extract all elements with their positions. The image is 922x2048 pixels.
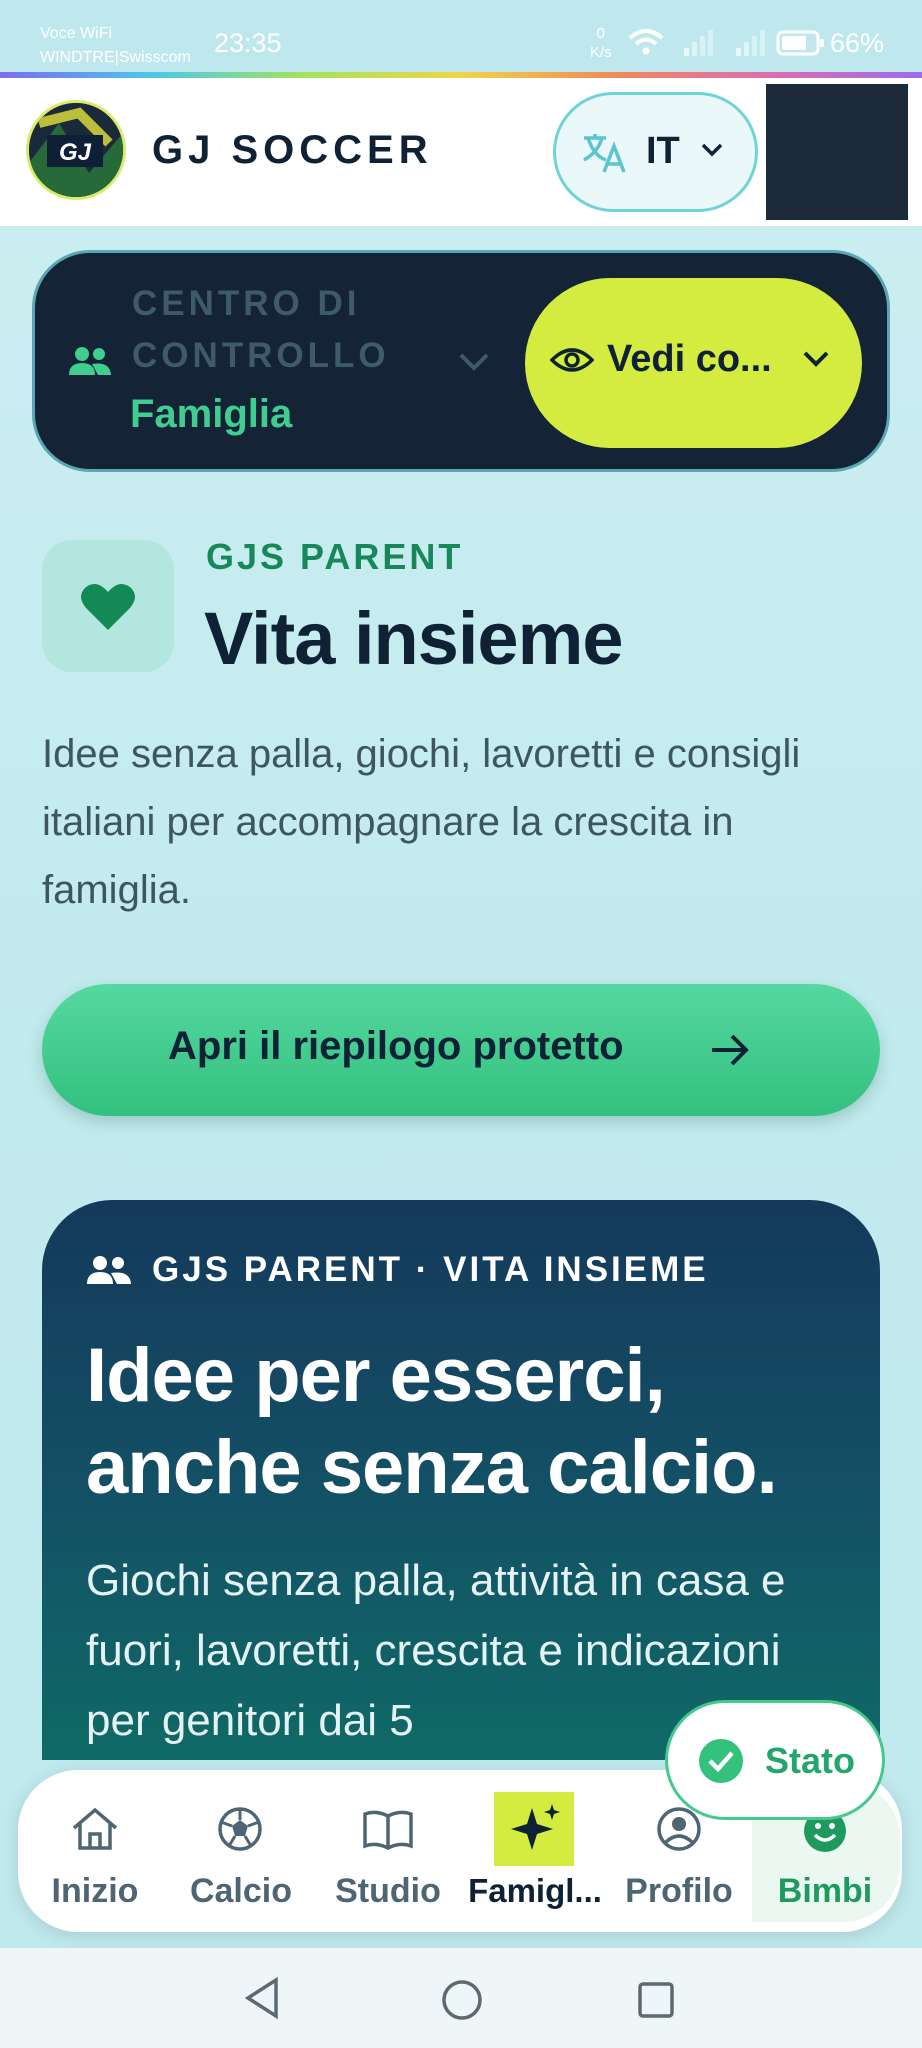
heart-icon [81, 583, 135, 630]
network-speed-value: 0 [596, 25, 606, 42]
section-eyebrow: GJS PARENT [206, 536, 464, 577]
brand-name: GJ SOCCER [152, 128, 433, 172]
book-icon[interactable] [362, 1808, 414, 1850]
translate-icon [583, 134, 626, 173]
network-speed-unit: K/s [590, 44, 612, 61]
signal-icon [684, 30, 713, 56]
sparkles-icon[interactable] [506, 1800, 564, 1858]
view-as-label: Vedi co... [607, 338, 772, 380]
svg-text:GJ: GJ [59, 139, 92, 166]
open-summary-label: Apri il riepilogo protetto [168, 1024, 624, 1068]
page-description: Idee senza palla, giochi, lavoretti e co… [42, 732, 801, 912]
eye-icon [550, 348, 594, 372]
user-circle-icon[interactable] [656, 1806, 702, 1852]
carrier-info: Voce WiFi WINDTRE|Swisscom [40, 22, 191, 70]
check-circle-icon [699, 1739, 743, 1783]
battery-percentage: 66% [830, 28, 885, 58]
network-speed: 0 K/s [590, 24, 612, 62]
home-icon[interactable] [70, 1806, 120, 1852]
page-title: Vita insieme [204, 597, 624, 680]
signal-icon-2 [736, 30, 765, 56]
carrier-line-2: WINDTRE|Swisscom [40, 49, 191, 66]
nav-item-calcio[interactable]: Calcio [176, 1872, 306, 1911]
users-icon [87, 1256, 131, 1284]
app-logo[interactable]: GJ [26, 100, 126, 200]
chevron-down-icon[interactable] [458, 352, 490, 372]
nav-item-studio[interactable]: Studio [322, 1872, 454, 1911]
nav-item-profilo[interactable]: Profilo [614, 1872, 744, 1911]
back-icon[interactable] [242, 1976, 282, 2020]
nav-item-bimbi[interactable]: Bimbi [760, 1872, 890, 1911]
nav-item-inizio[interactable]: Inizio [30, 1872, 160, 1911]
status-bar: Voce WiFi WINDTRE|Swisscom 23:35 0 K/s 6… [0, 0, 922, 74]
home-button-icon[interactable] [440, 1978, 484, 2022]
card-title: Idee per esserci, anche senza calcio. [86, 1333, 778, 1510]
arrow-right-icon [712, 1034, 749, 1066]
chevron-down-icon [803, 351, 829, 367]
language-code: IT [646, 130, 680, 172]
control-center-value: Famiglia [130, 392, 293, 436]
users-icon [69, 347, 111, 375]
battery-icon [776, 30, 824, 56]
carrier-line-1: Voce WiFi [40, 25, 113, 42]
nav-item-famiglia[interactable]: Famigl... [460, 1872, 610, 1910]
recents-icon[interactable] [636, 1980, 676, 2020]
soccer-ball-icon[interactable] [217, 1806, 263, 1852]
clock: 23:35 [214, 28, 282, 58]
card-eyebrow: GJS PARENT · VITA INSIEME [152, 1250, 709, 1289]
chevron-down-icon [701, 143, 723, 157]
wifi-icon [628, 29, 664, 55]
control-center-label: CENTRO DI CONTROLLO [132, 284, 390, 375]
header-dark-block [766, 84, 908, 220]
status-pill-label: Stato [765, 1740, 855, 1781]
